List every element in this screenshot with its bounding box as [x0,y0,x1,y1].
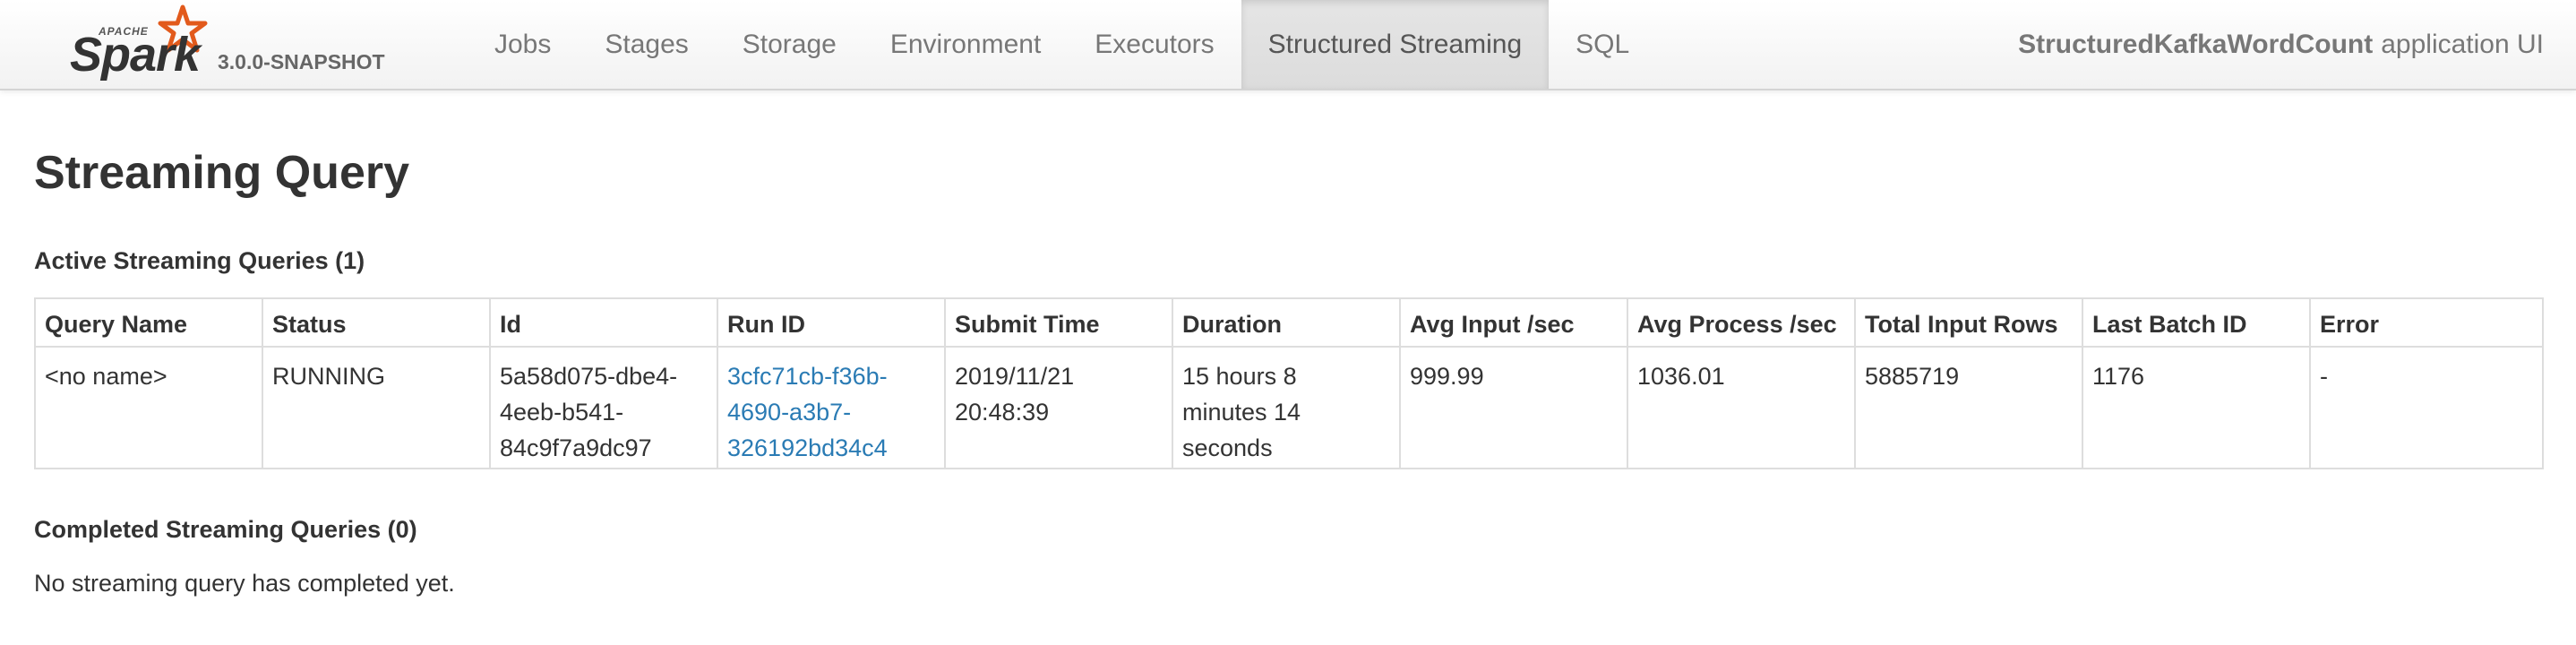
tab-environment[interactable]: Environment [863,0,1068,89]
table-header-row: Query Name Status Id Run ID Submit Time … [34,297,2544,348]
tab-jobs[interactable]: Jobs [468,0,578,89]
completed-empty-message: No streaming query has completed yet. [34,570,455,597]
col-status[interactable]: Status [262,297,491,348]
spark-wordmark: Spark [70,28,201,82]
top-navbar: APACHE Spark 3.0.0-SNAPSHOT Jobs Stages … [0,0,2576,90]
tab-storage[interactable]: Storage [716,0,863,89]
cell-error: - [2309,346,2544,469]
app-name: StructuredKafkaWordCount [2018,29,2374,59]
col-error[interactable]: Error [2309,297,2544,348]
col-query-name[interactable]: Query Name [34,297,263,348]
cell-query-name: <no name> [34,346,263,469]
application-title: StructuredKafkaWordCount application UI [2018,0,2544,89]
cell-avg-input: 999.99 [1399,346,1628,469]
spark-version: 3.0.0-SNAPSHOT [218,50,385,73]
app-suffix: application UI [2381,29,2544,59]
active-queries-title[interactable]: Active Streaming Queries (1) [34,245,365,276]
cell-submit-time: 2019/11/21 20:48:39 [944,346,1173,469]
nav-tabs: Jobs Stages Storage Environment Executor… [468,0,1656,89]
cell-status: RUNNING [262,346,491,469]
active-queries-table: Query Name Status Id Run ID Submit Time … [34,297,2544,469]
cell-avg-process: 1036.01 [1627,346,1856,469]
tab-sql[interactable]: SQL [1549,0,1656,89]
col-total-input-rows[interactable]: Total Input Rows [1854,297,2083,348]
run-id-link[interactable]: 3cfc71cb-f36b- 4690-a3b7- 326192bd34c4 [727,363,888,461]
tab-executors[interactable]: Executors [1068,0,1241,89]
cell-last-batch-id: 1176 [2082,346,2311,469]
cell-run-id: 3cfc71cb-f36b- 4690-a3b7- 326192bd34c4 [717,346,946,469]
tab-structured-streaming[interactable]: Structured Streaming [1241,0,1550,89]
col-avg-input[interactable]: Avg Input /sec [1399,297,1628,348]
completed-queries-title[interactable]: Completed Streaming Queries (0) [34,514,417,545]
col-id[interactable]: Id [489,297,718,348]
tab-stages[interactable]: Stages [578,0,715,89]
table-row: <no name> RUNNING 5a58d075-dbe4- 4eeb-b54… [34,346,2544,469]
cell-duration: 15 hours 8 minutes 14 seconds [1172,346,1401,469]
col-last-batch-id[interactable]: Last Batch ID [2082,297,2311,348]
col-run-id[interactable]: Run ID [717,297,946,348]
col-submit-time[interactable]: Submit Time [944,297,1173,348]
cell-id: 5a58d075-dbe4- 4eeb-b541- 84c9f7a9dc97 [489,346,718,469]
page-title: Streaming Query [34,147,410,199]
col-duration[interactable]: Duration [1172,297,1401,348]
cell-total-input-rows: 5885719 [1854,346,2083,469]
col-avg-process[interactable]: Avg Process /sec [1627,297,1856,348]
